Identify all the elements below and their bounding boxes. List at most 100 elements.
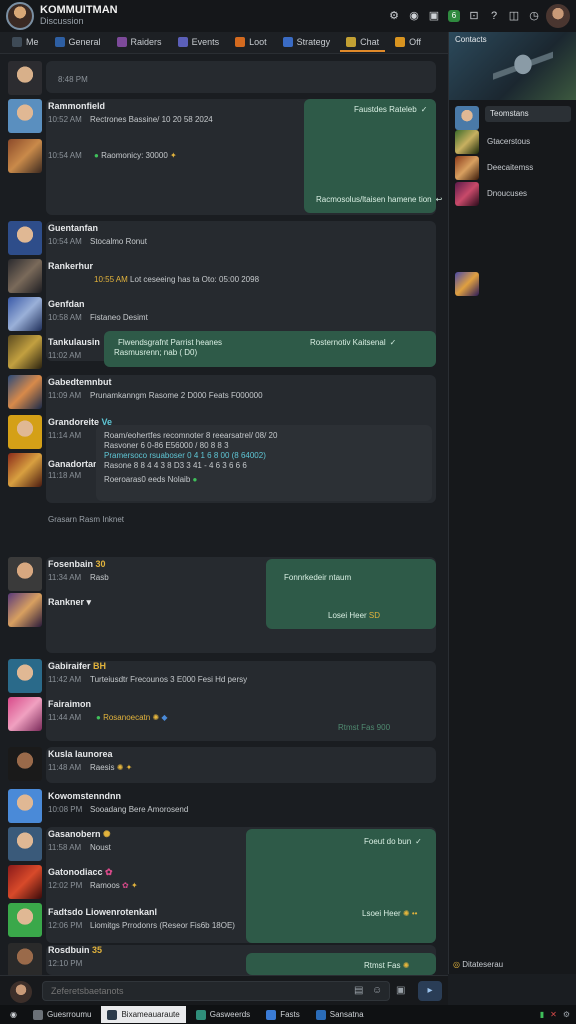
avatar[interactable]	[8, 697, 42, 731]
username[interactable]: Gasanobern ✺	[48, 829, 111, 840]
avatar[interactable]	[8, 789, 42, 823]
message-text: Sooadang Bere Amorosend	[90, 805, 189, 814]
avatar[interactable]	[8, 747, 42, 781]
username[interactable]: Fadtsdo Liowenrotenkanl	[48, 907, 157, 917]
contact-item[interactable]	[455, 272, 573, 296]
help-icon[interactable]: ?	[488, 10, 500, 22]
start-icon[interactable]: ◉	[4, 1006, 23, 1023]
avatar[interactable]	[8, 335, 42, 369]
message-time: 11:34 AM	[48, 573, 82, 582]
avatar	[455, 272, 479, 296]
taskbar-label: Guesrroumu	[46, 1010, 92, 1019]
avatar[interactable]	[8, 865, 42, 899]
tab-events[interactable]: Events	[172, 34, 226, 52]
avatar[interactable]	[8, 659, 42, 693]
message-composer: ▤ ☺ ▣ ▸	[0, 975, 448, 1005]
list-item: Genfdan 10:58 AM Fistaneo Desimt	[8, 297, 442, 333]
contact-item[interactable]: Gtacerstous	[455, 130, 573, 154]
avatar[interactable]	[8, 259, 42, 293]
bookmark-icon[interactable]: ⊡	[468, 10, 480, 22]
avatar[interactable]	[8, 99, 42, 133]
username[interactable]: Fairaimon	[48, 699, 91, 709]
avatar[interactable]	[8, 139, 42, 173]
username[interactable]: Tankulausin	[48, 337, 100, 347]
app-avatar[interactable]	[6, 2, 34, 30]
message-time: 11:44 AM	[48, 713, 82, 722]
tab-label: Raiders	[130, 36, 162, 47]
username[interactable]: Gatonodiacc ✿	[48, 867, 113, 878]
username[interactable]: Gabedtemnbut	[48, 377, 112, 387]
message-text: Rasb	[90, 573, 109, 582]
gear-icon[interactable]: ⚙	[388, 10, 400, 22]
taskbar-item[interactable]: Guesrroumu	[27, 1006, 97, 1023]
username[interactable]: Kusla Iaunorea	[48, 749, 113, 759]
clock-icon[interactable]: ◷	[528, 10, 540, 22]
top-icon-bar: ⚙ ◉ ▣ 6 ⊡ ? ◫ ◷	[388, 10, 540, 22]
message-time: 11:02 AM	[48, 351, 82, 360]
quote-line: Pramersoco rsuaboser 0 4 1 6 8 00 (8 640…	[104, 451, 266, 460]
username[interactable]: Guentanfan	[48, 223, 98, 233]
taskbar-item[interactable]: Sansatna	[310, 1006, 370, 1023]
avatar[interactable]	[8, 297, 42, 331]
info-icon[interactable]: ◫	[508, 10, 520, 22]
username[interactable]: Rankner ▾	[48, 597, 91, 608]
avatar	[455, 106, 479, 130]
tab-label: Strategy	[296, 36, 331, 47]
avatar[interactable]	[8, 557, 42, 591]
avatar	[455, 182, 479, 206]
avatar[interactable]	[8, 903, 42, 937]
message-input[interactable]	[42, 981, 390, 1001]
status-badge-icon[interactable]: ▣	[428, 10, 440, 22]
system-tray[interactable]: ▮ ✕ ⚙	[540, 1010, 576, 1019]
username[interactable]: Fosenbain 30	[48, 559, 106, 569]
gif-icon[interactable]: ▣	[396, 985, 405, 996]
username[interactable]: Rankerhur	[48, 261, 93, 271]
message-time: 12:10 PM	[48, 959, 83, 968]
contact-item[interactable]: Deecaitemss	[455, 156, 573, 180]
send-button[interactable]: ▸	[418, 981, 442, 1001]
username[interactable]: Rammonfield	[48, 101, 105, 111]
taskbar-label: Sansatna	[329, 1010, 364, 1019]
username[interactable]: Gabiraifer BH	[48, 661, 106, 671]
close-icon[interactable]: ✕	[550, 1010, 557, 1019]
avatar[interactable]	[8, 453, 42, 487]
username[interactable]: Rosdbuin 35	[48, 945, 102, 955]
notification-badge[interactable]: 6	[448, 10, 460, 22]
tab-me[interactable]: Me	[6, 34, 45, 52]
settings-icon[interactable]: ⚙	[563, 1010, 570, 1019]
username[interactable]: Kowomstenndnn	[48, 791, 121, 801]
tab-raiders[interactable]: Raiders	[111, 34, 168, 52]
wifi-icon[interactable]: ▮	[540, 1010, 544, 1019]
avatar[interactable]	[8, 415, 42, 449]
avatar[interactable]	[8, 375, 42, 409]
avatar[interactable]	[8, 593, 42, 627]
taskbar-item[interactable]: Fasts	[260, 1006, 306, 1023]
message-text: ● Raomonicy: 30000 ✦	[94, 151, 177, 160]
avatar[interactable]	[8, 943, 42, 975]
avatar[interactable]	[8, 221, 42, 255]
app-icon	[315, 1009, 326, 1020]
taskbar-item[interactable]: Bixameauaraute	[101, 1006, 186, 1023]
emoji-icon[interactable]: ☺	[372, 985, 382, 996]
avatar[interactable]	[10, 981, 32, 1003]
contact-item[interactable]: Dnoucuses	[455, 182, 573, 206]
app-icon	[32, 1009, 43, 1020]
taskbar-item[interactable]: Gasweerds	[190, 1006, 256, 1023]
headset-icon[interactable]: ◉	[408, 10, 420, 22]
user-avatar[interactable]	[546, 4, 570, 28]
panel-footer[interactable]: ◎ Ditateserau	[453, 960, 573, 969]
message-text: Turteiusdtr Frecounos 3 E000 Fesi Hd per…	[90, 675, 248, 684]
attach-icon[interactable]: ▤	[354, 985, 363, 996]
tab-strategy[interactable]: Strategy	[277, 34, 337, 52]
message-text: Raesis ✺ ✦	[90, 763, 133, 772]
tab-chat[interactable]: Chat	[340, 34, 386, 52]
reaction-bar[interactable]: ● Rosanoecatn ✺ ◆	[96, 713, 168, 722]
contact-selected[interactable]: Teomstans	[485, 106, 571, 122]
message-time: 10:54 AM	[48, 237, 82, 246]
tab-loot[interactable]: Loot	[229, 34, 273, 52]
username[interactable]: Genfdan	[48, 299, 85, 309]
avatar[interactable]	[8, 61, 42, 95]
tab-general[interactable]: General	[49, 34, 107, 52]
avatar[interactable]	[8, 827, 42, 861]
tab-off[interactable]: Off	[389, 34, 427, 52]
